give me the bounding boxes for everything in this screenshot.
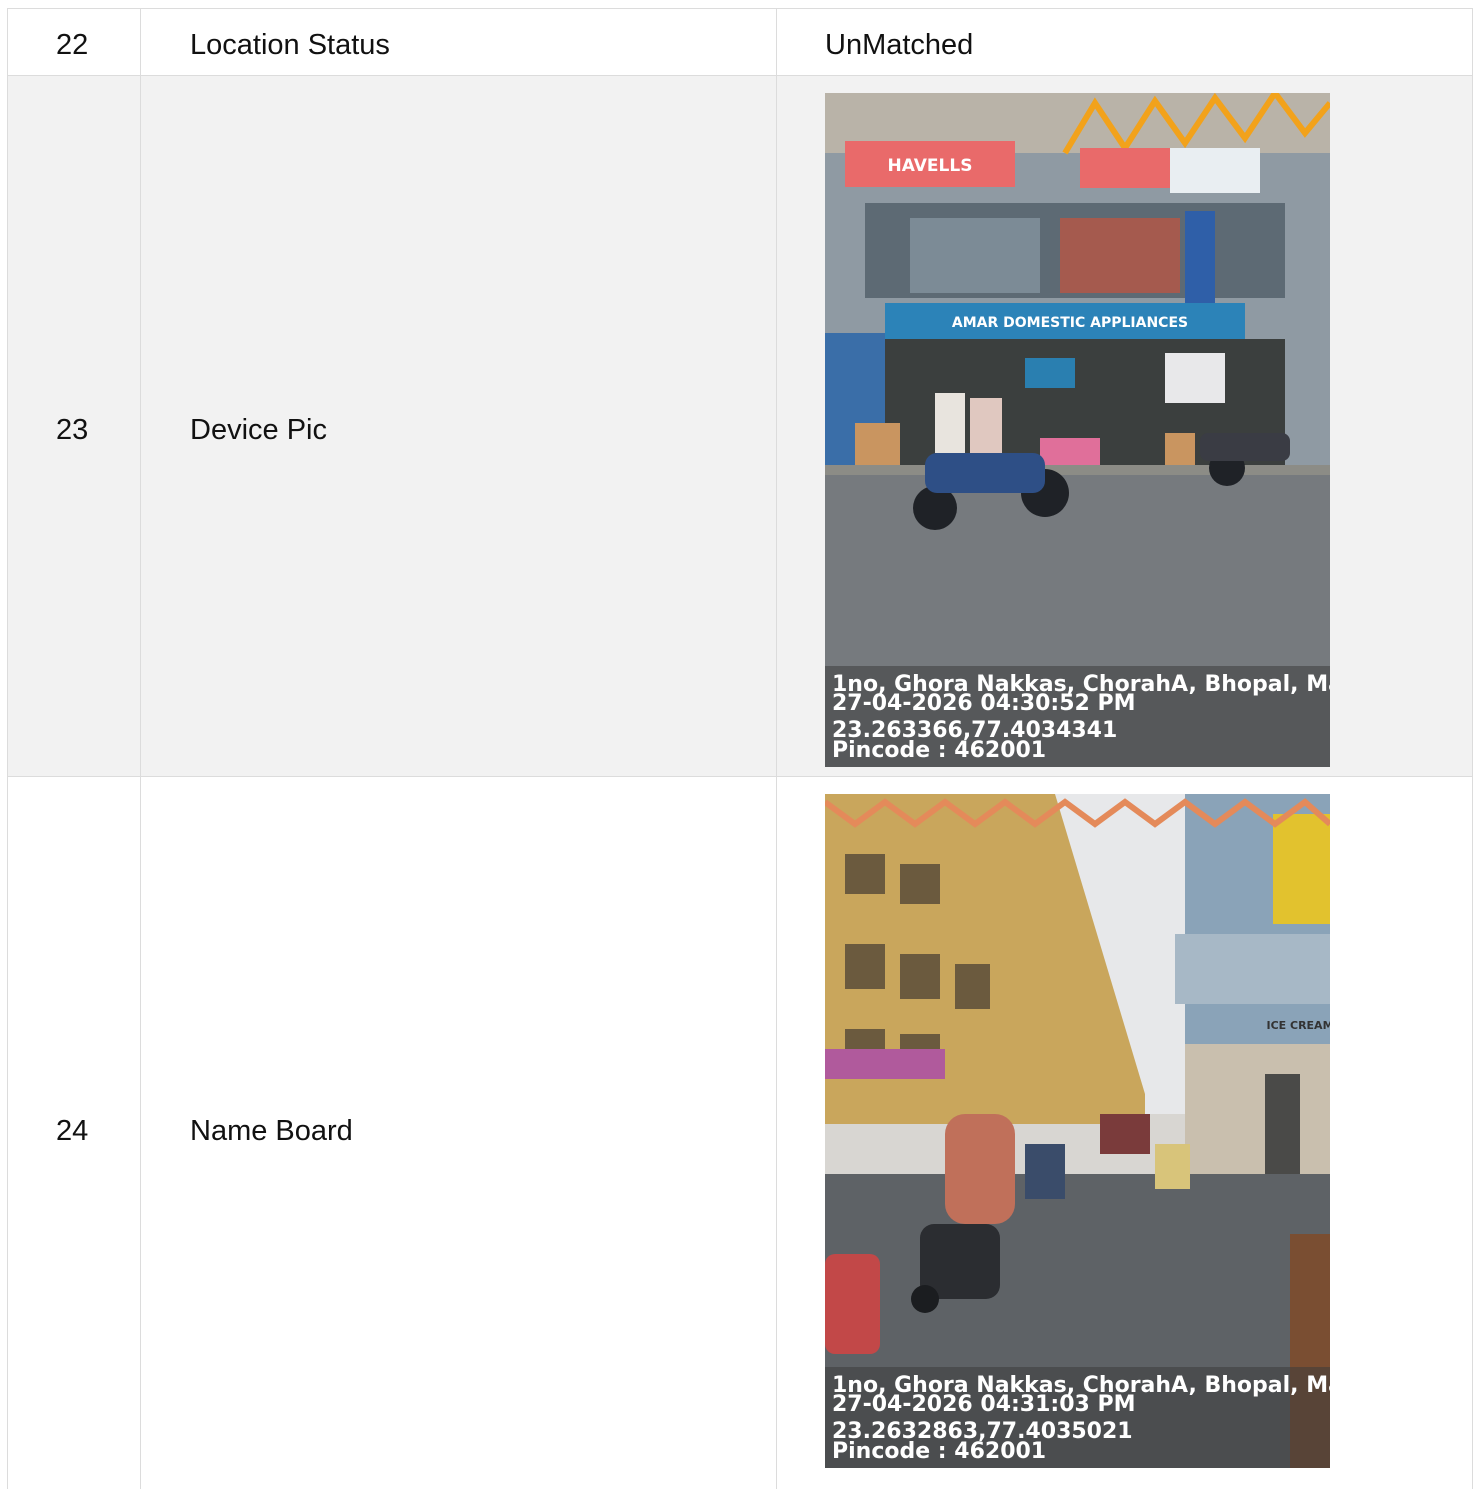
field-label-cell: Location Status [140, 9, 776, 75]
shop-sign: AMAR DOMESTIC APPLIANCES [952, 315, 1188, 331]
photo-geotag-overlay: 1no, Ghora Nakkas, ChorahA, Bhopal, Madh… [825, 1367, 1330, 1468]
details-table: 22 Location Status UnMatched 23 Device P… [7, 8, 1473, 1489]
field-label-cell: Name Board [140, 777, 776, 1489]
field-value-cell: UnMatched [776, 9, 1473, 75]
table-row: 22 Location Status UnMatched [7, 9, 1473, 76]
row-number: 23 [56, 414, 89, 446]
geotag-datetime: 27-04-2026 04:31:03 PM [832, 1392, 1136, 1417]
table-row: 24 Name Board ICE CREAM 1no, Ghora Nakka… [7, 777, 1473, 1489]
geotag-pincode: Pincode : 462001 [832, 738, 1047, 763]
field-label: Device Pic [190, 414, 327, 446]
row-number: 24 [56, 1115, 89, 1147]
field-value-cell: HAVELLS AMAR DOMESTIC APPLIANCES 1no, Gh… [776, 76, 1473, 776]
row-number-cell: 23 [7, 76, 140, 776]
field-label-cell: Device Pic [140, 76, 776, 776]
table-row: 23 Device Pic HAVELLS AMAR DOMESTIC APPL… [7, 76, 1473, 777]
geotag-datetime: 27-04-2026 04:30:52 PM [832, 691, 1136, 716]
photo-geotag-overlay: 1no, Ghora Nakkas, ChorahA, Bhopal, Madh… [825, 666, 1330, 767]
row-number: 22 [56, 29, 89, 61]
field-label: Location Status [190, 29, 390, 61]
field-label: Name Board [190, 1115, 353, 1147]
row-number-cell: 24 [7, 777, 140, 1489]
row-number-cell: 22 [7, 9, 140, 75]
location-status-value: UnMatched [825, 29, 974, 61]
ice-cream-sign: ICE CREAM [1266, 1019, 1330, 1032]
geotag-pincode: Pincode : 462001 [832, 1439, 1047, 1464]
brand-sign: HAVELLS [888, 156, 973, 176]
device-photo[interactable]: HAVELLS AMAR DOMESTIC APPLIANCES 1no, Gh… [825, 93, 1330, 767]
name-board-photo[interactable]: ICE CREAM 1no, Ghora Nakkas, ChorahA, Bh… [825, 794, 1330, 1468]
field-value-cell: ICE CREAM 1no, Ghora Nakkas, ChorahA, Bh… [776, 777, 1473, 1489]
